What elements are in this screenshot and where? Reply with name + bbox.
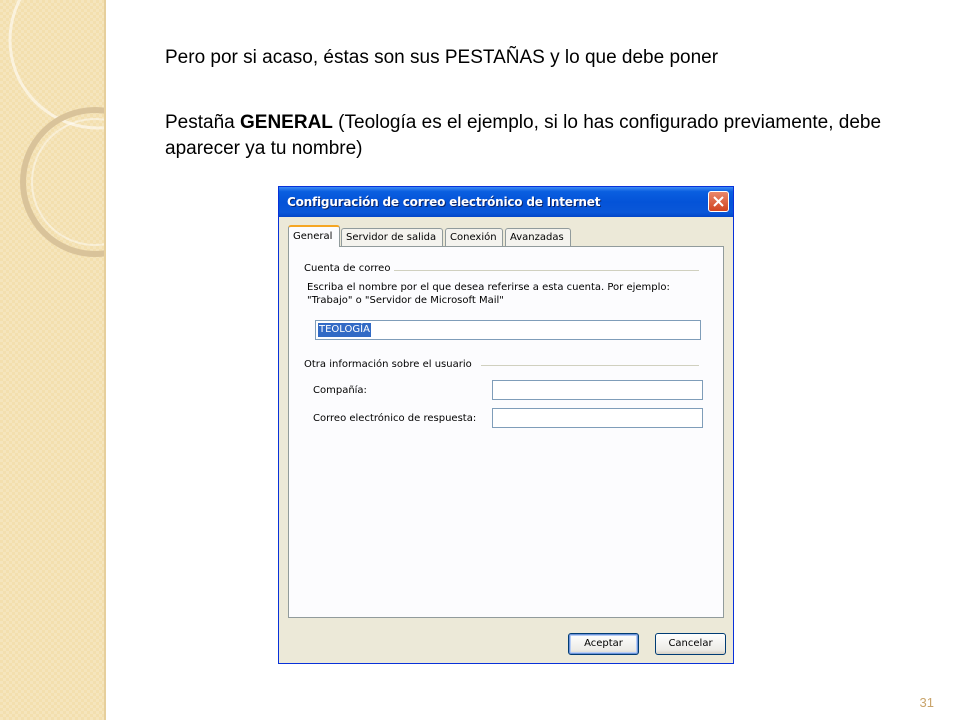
mail-account-group-label: Cuenta de correo: [304, 263, 395, 274]
band-divider: [104, 0, 106, 720]
page-number: 31: [919, 695, 934, 710]
group-divider: [481, 365, 699, 366]
close-button[interactable]: [708, 191, 729, 212]
dialog-title: Configuración de correo electrónico de I…: [287, 195, 601, 209]
account-name-input[interactable]: TEOLOGÍA: [315, 320, 701, 340]
slide-heading: Pero por si acaso, éstas son sus PESTAÑA…: [165, 47, 719, 68]
slide-intro: Pestaña GENERAL (Teología es el ejemplo,…: [165, 110, 885, 162]
tab-connection[interactable]: Conexión: [445, 228, 503, 246]
group-divider: [391, 270, 699, 271]
intro-prefix: Pestaña: [165, 112, 240, 133]
reply-email-input[interactable]: [492, 408, 703, 428]
decorative-circles: [8, 0, 106, 257]
tab-general[interactable]: General: [288, 225, 340, 247]
tab-outgoing-server[interactable]: Servidor de salida: [341, 228, 443, 246]
dialog-titlebar[interactable]: Configuración de correo electrónico de I…: [279, 187, 733, 217]
decorative-side-band: [0, 0, 106, 720]
email-settings-dialog: Configuración de correo electrónico de I…: [278, 186, 734, 664]
close-icon: [713, 196, 724, 207]
ok-button[interactable]: Aceptar: [568, 633, 639, 655]
intro-bold: GENERAL: [240, 112, 333, 133]
tab-advanced[interactable]: Avanzadas: [505, 228, 571, 246]
reply-email-label: Correo electrónico de respuesta:: [313, 413, 477, 424]
company-input[interactable]: [492, 380, 703, 400]
company-label: Compañía:: [313, 385, 367, 396]
user-info-group-label: Otra información sobre el usuario: [304, 359, 476, 370]
cancel-button[interactable]: Cancelar: [655, 633, 726, 655]
account-name-value: TEOLOGÍA: [318, 323, 371, 337]
account-description: Escriba el nombre por el que desea refer…: [307, 282, 670, 306]
